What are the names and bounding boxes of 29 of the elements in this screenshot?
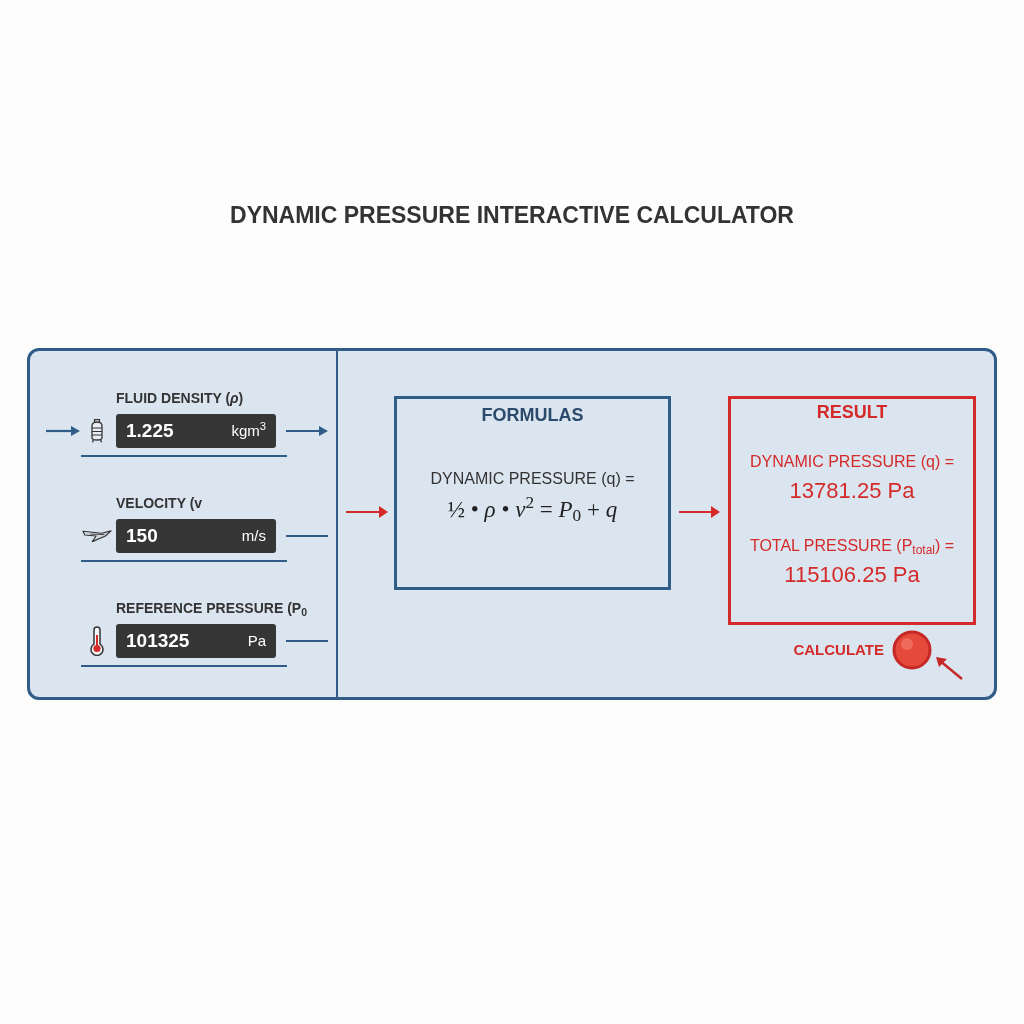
page-title: DYNAMIC PRESSURE INTERACTIVE CALCULATOR	[230, 201, 794, 229]
formula-title: FORMULAS	[481, 404, 584, 426]
field-label: FLUID DENSITY (ρ)	[116, 389, 244, 408]
result-label: DYNAMIC PRESSURE (q) =	[749, 452, 954, 472]
input-field[interactable]: 150 m/s	[116, 519, 276, 553]
field-value: 101325	[126, 629, 190, 653]
tank-icon	[89, 419, 105, 443]
field-value: 150	[126, 524, 158, 548]
formula-equation: ½ • ρ • v$^{2}$ = P$_{0}$ + q	[447, 495, 618, 525]
field-label: VELOCITY (v	[116, 494, 203, 513]
result-value: 13781.25 Pa	[789, 478, 915, 504]
button-dot-icon	[892, 630, 932, 670]
input-field[interactable]: 1.225 kgm$^{3}$	[116, 414, 276, 448]
result-value: 115106.25 Pa	[784, 562, 920, 588]
unit-label: Pa	[247, 631, 266, 651]
flow-arrow	[679, 506, 720, 518]
unit-label: m/s	[241, 526, 266, 546]
pointer-arrow	[935, 656, 963, 680]
unit-label: kgm$^{3}$	[231, 420, 266, 441]
formula-label: DYNAMIC PRESSURE (q) =	[430, 469, 635, 489]
flow-arrow	[346, 506, 388, 518]
result-label: TOTAL PRESSURE (P$_{total}$) =	[749, 536, 955, 556]
thermometer-icon	[87, 626, 107, 656]
wing-icon	[82, 529, 112, 543]
input-field[interactable]: 101325 Pa	[116, 624, 276, 658]
field-value: 1.225	[126, 419, 174, 443]
field-label: REFERENCE PRESSURE (P$_{0}$	[116, 599, 307, 618]
result-title: RESULT	[816, 401, 888, 423]
calculate-button[interactable]: CALCULATE	[793, 630, 932, 670]
